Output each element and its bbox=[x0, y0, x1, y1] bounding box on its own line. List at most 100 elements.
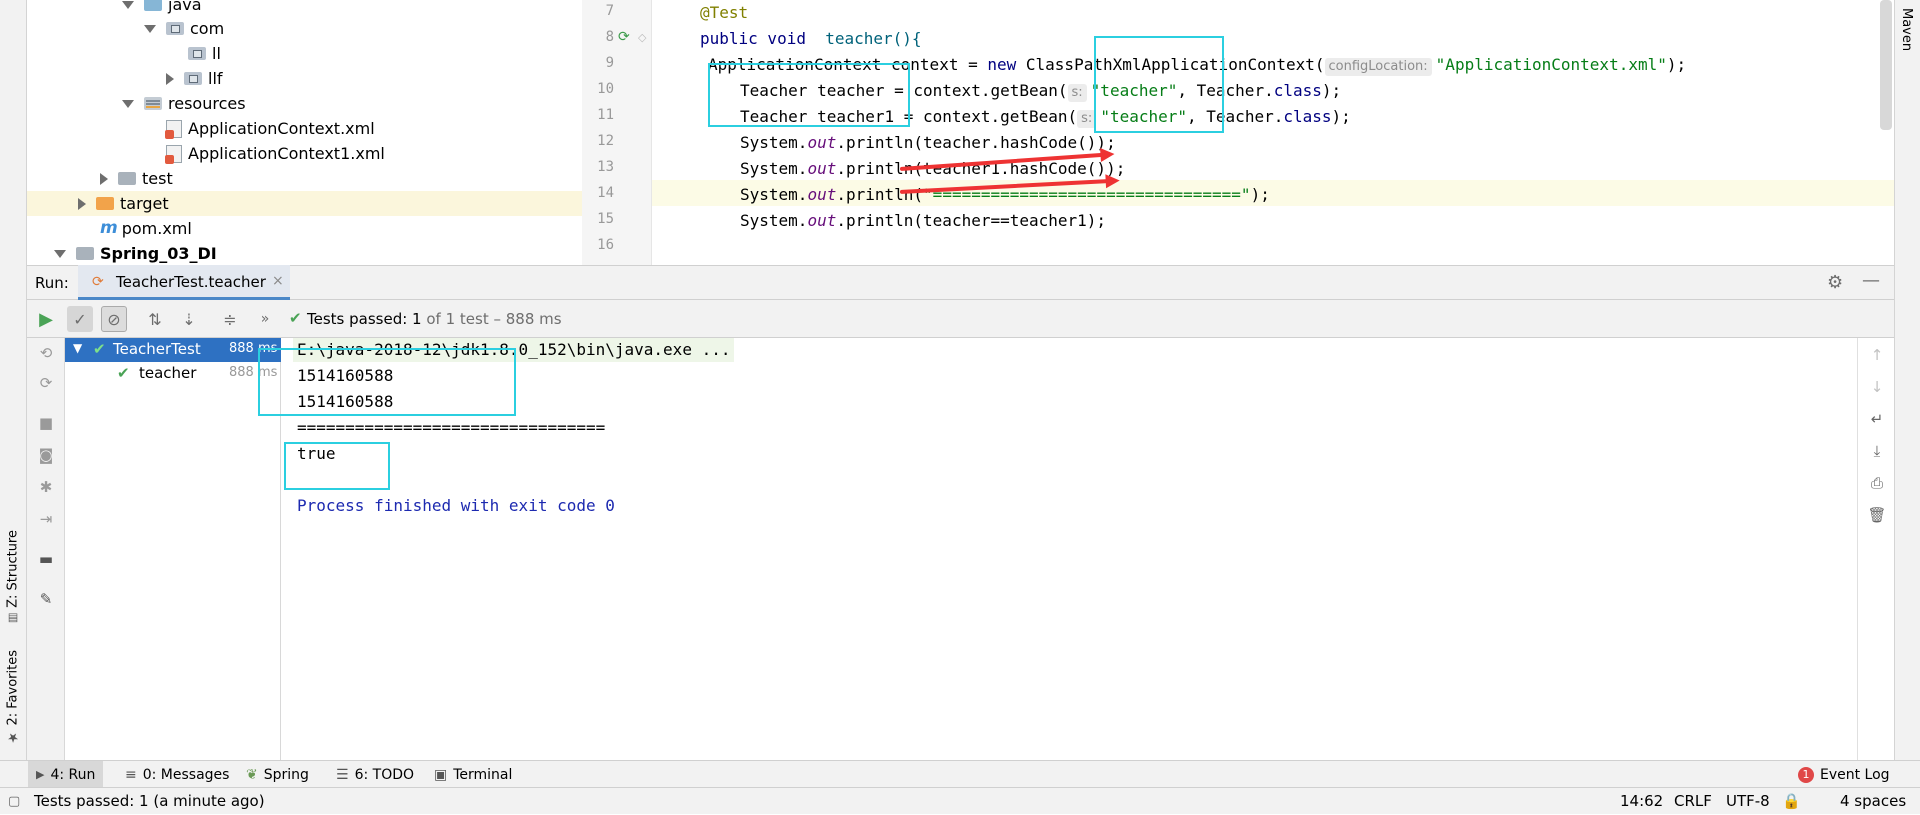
tab-messages[interactable]: ≡ 0: Messages bbox=[117, 761, 237, 788]
expand-triangle-icon[interactable] bbox=[54, 249, 66, 258]
sort-by-duration-icon[interactable]: ⇣ bbox=[176, 306, 202, 332]
pass-check-icon: ✔ bbox=[289, 309, 302, 327]
tree-node-application-context1-xml[interactable]: ApplicationContext1.xml bbox=[165, 141, 385, 166]
line-number: 8 bbox=[605, 29, 614, 45]
tab-run[interactable]: ▶ 4: Run bbox=[28, 761, 104, 788]
tab-spring[interactable]: ❦ Spring bbox=[238, 761, 317, 788]
package-icon bbox=[166, 22, 184, 35]
expand-triangle-icon[interactable]: ▼ bbox=[73, 341, 82, 355]
favorites-tab[interactable]: ★ 2: Favorites bbox=[2, 650, 24, 745]
test-config-icon: ⟳ bbox=[92, 274, 104, 290]
test-row-selected[interactable]: ▼ ✔ TeacherTest 888 ms bbox=[65, 338, 281, 362]
right-tool-strip: Maven bbox=[1894, 0, 1920, 760]
folder-icon bbox=[118, 172, 136, 185]
tree-node-pom-xml[interactable]: m pom.xml bbox=[100, 216, 192, 241]
tab-terminal[interactable]: ▣ Terminal bbox=[426, 761, 520, 788]
left-tool-strip: ▤ Z: Structure ★ 2: Favorites bbox=[0, 0, 27, 760]
tree-node-com[interactable]: com bbox=[144, 16, 224, 41]
up-arrow-icon[interactable]: ↑ bbox=[1866, 344, 1888, 366]
tree-node-test[interactable]: test bbox=[100, 166, 173, 191]
status-toggle-icon[interactable]: ▢ bbox=[8, 788, 20, 815]
tree-node-spring-03-di[interactable]: Spring_03_DI bbox=[54, 241, 217, 266]
code-line-15: System.out.println(teacher==teacher1); bbox=[740, 211, 1107, 230]
collapse-triangle-icon[interactable] bbox=[166, 72, 174, 85]
expand-triangle-icon[interactable] bbox=[122, 99, 134, 108]
tree-node-llf[interactable]: llf bbox=[166, 66, 223, 91]
run-config-tab[interactable]: ⟳ TeacherTest.teacher × bbox=[78, 265, 290, 300]
tree-node-java[interactable]: java bbox=[122, 0, 202, 17]
pass-check-icon: ✔ bbox=[117, 364, 130, 382]
settings-icon[interactable]: ✱ bbox=[35, 476, 57, 498]
parameter-hint: configLocation: bbox=[1324, 58, 1432, 76]
print-icon[interactable]: ⎙ bbox=[1866, 472, 1888, 494]
minimize-icon[interactable]: — bbox=[1862, 270, 1880, 291]
spring-leaf-icon: ❦ bbox=[246, 766, 258, 783]
expand-triangle-icon[interactable] bbox=[122, 0, 134, 9]
tree-node-resources[interactable]: resources bbox=[122, 91, 246, 116]
fold-marker-icon[interactable]: ◇ bbox=[638, 31, 646, 44]
collapse-triangle-icon[interactable] bbox=[100, 172, 108, 185]
structure-icon: ▤ bbox=[6, 611, 20, 625]
scroll-to-end-icon[interactable]: ⤓ bbox=[1866, 440, 1888, 462]
line-number: 13 bbox=[597, 159, 614, 175]
console-output[interactable]: E:\java-2018-12\jdk1.8.0_152\bin\java.ex… bbox=[281, 338, 1857, 760]
down-arrow-icon[interactable]: ↓ bbox=[1866, 376, 1888, 398]
trash-icon[interactable]: 🗑 bbox=[1866, 504, 1888, 526]
tab-event-log[interactable]: 1 Event Log bbox=[1790, 761, 1898, 788]
code-line-7: @Test bbox=[700, 3, 749, 22]
line-number: 7 bbox=[605, 3, 614, 19]
show-ignored-icon[interactable]: ⊘ bbox=[101, 306, 127, 332]
line-separator[interactable]: CRLF bbox=[1674, 788, 1712, 815]
export-icon[interactable]: ◙ bbox=[35, 444, 57, 466]
excluded-folder-icon bbox=[96, 197, 114, 210]
run-toolbar: ▶ ✓ ⊘ ⇅ ⇣ ≑ » ✔ Tests passed: 1 of 1 tes… bbox=[27, 300, 1894, 338]
file-encoding[interactable]: UTF-8 bbox=[1726, 788, 1770, 815]
line-number: 11 bbox=[597, 107, 614, 123]
expand-triangle-icon[interactable] bbox=[144, 24, 156, 33]
soft-wrap-icon[interactable]: ↵ bbox=[1866, 408, 1888, 430]
layout-icon[interactable]: ▬ bbox=[35, 548, 57, 570]
structure-tab[interactable]: ▤ Z: Structure bbox=[2, 530, 24, 625]
tab-todo[interactable]: ☰ 6: TODO bbox=[328, 761, 422, 788]
editor-scrollbar[interactable] bbox=[1880, 0, 1892, 130]
test-row[interactable]: ✔ teacher 888 ms bbox=[65, 362, 281, 386]
bottom-tool-tabs: ▶ 4: Run ≡ 0: Messages ❦ Spring ☰ 6: TOD… bbox=[0, 760, 1920, 788]
stop-icon[interactable]: ■ bbox=[35, 412, 57, 434]
console-side-toolbar: ↑ ↓ ↵ ⤓ ⎙ 🗑 bbox=[1857, 338, 1894, 760]
line-number: 16 bbox=[597, 237, 614, 253]
resources-folder-icon bbox=[144, 97, 162, 110]
messages-icon: ≡ bbox=[125, 766, 137, 783]
code-line-8: public void teacher(){ bbox=[700, 29, 922, 48]
expand-all-icon[interactable]: ≑ bbox=[217, 306, 243, 332]
run-label: Run: bbox=[35, 274, 69, 292]
code-editor[interactable]: @Test public void teacher(){ Application… bbox=[652, 0, 1880, 265]
close-tab-icon[interactable]: × bbox=[272, 273, 284, 289]
maven-icon: m bbox=[100, 218, 118, 238]
collapse-triangle-icon[interactable] bbox=[78, 197, 86, 210]
annotation-box-variables bbox=[708, 63, 910, 127]
tree-node-application-context-xml[interactable]: ApplicationContext.xml bbox=[165, 116, 375, 141]
annotation-box-bean-id bbox=[1094, 36, 1224, 133]
event-badge: 1 bbox=[1798, 766, 1814, 783]
todo-list-icon: ☰ bbox=[336, 766, 349, 783]
pin-icon[interactable]: ✎ bbox=[35, 588, 57, 610]
line-number: 12 bbox=[597, 133, 614, 149]
maven-tab[interactable]: Maven bbox=[1899, 8, 1914, 51]
indent-setting[interactable]: 4 spaces bbox=[1840, 788, 1906, 815]
exit-icon[interactable]: ⇥ bbox=[35, 508, 57, 530]
tree-node-ll[interactable]: ll bbox=[188, 41, 221, 66]
rerun-play-icon[interactable]: ▶ bbox=[33, 306, 59, 332]
spring-xml-icon bbox=[165, 144, 182, 164]
lock-icon[interactable]: 🔒 bbox=[1782, 788, 1801, 815]
show-passed-icon[interactable]: ✓ bbox=[67, 306, 93, 332]
settings-gear-icon[interactable]: ⚙ bbox=[1827, 272, 1843, 293]
rerun-failed-icon[interactable]: ⟲ bbox=[35, 342, 57, 364]
tree-node-target[interactable]: target bbox=[27, 191, 582, 216]
more-actions-icon[interactable]: » bbox=[252, 306, 278, 332]
run-gutter-icon[interactable]: ⟳ bbox=[618, 29, 630, 45]
sort-alphabetically-icon[interactable]: ⇅ bbox=[142, 306, 168, 332]
caret-position[interactable]: 14:62 bbox=[1620, 788, 1663, 815]
folder-icon bbox=[144, 0, 162, 11]
play-icon: ▶ bbox=[36, 768, 45, 781]
toggle-auto-test-icon[interactable]: ⟳ bbox=[35, 372, 57, 394]
